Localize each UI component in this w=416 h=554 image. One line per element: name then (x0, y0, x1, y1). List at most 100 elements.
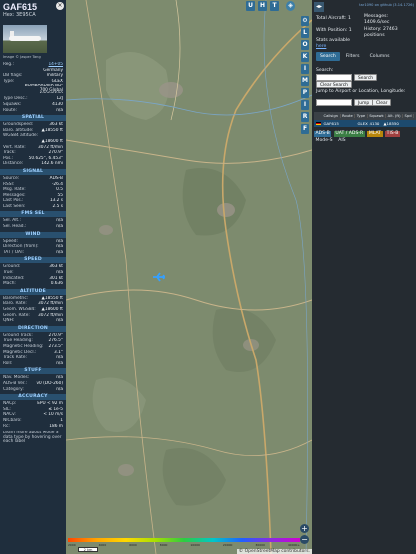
jump-button[interactable]: Jump (354, 99, 374, 106)
col-type[interactable]: Type (355, 114, 368, 118)
map-btn-l[interactable]: L (301, 28, 309, 38)
map-btn-r[interactable]: R (301, 112, 309, 122)
legend-modes[interactable]: Mode-S (314, 137, 334, 143)
fms-list: Sel. Alt.: n/a Sel. Head.: n/a (0, 218, 66, 229)
alt-tick: 30000 (255, 543, 265, 547)
info-row-label: Last Seen: (3, 203, 26, 209)
type-label: Type: (3, 78, 15, 84)
aircraft-table: Callsign Route Type Squawk Alt. (ft) Spd… (314, 112, 416, 127)
photo-credit[interactable]: Image © Jasper Tang (0, 54, 66, 62)
close-icon[interactable]: × (56, 2, 64, 10)
info-row: Category: n/a (0, 387, 66, 393)
stats-link[interactable]: here (316, 44, 326, 49)
info-row-value: 142.6 nmi (41, 161, 63, 167)
info-row-label: Rc: (3, 423, 10, 429)
search-label: Search: (316, 68, 334, 73)
col-altitude[interactable]: Alt. (ft) (386, 114, 404, 118)
row-type: GLEX (357, 121, 368, 126)
col-callsign[interactable]: Callsign (322, 114, 341, 118)
pos-label: With Position: (316, 28, 348, 33)
speed-list: Ground: 363 kt True: n/a Indicated: 301 kt Mac… (0, 264, 66, 286)
alt-tick: 10000 (190, 543, 200, 547)
side-panel: ◂▸ tar1090 on github (3.14.1726) Total A… (312, 0, 416, 554)
info-row-value: n/a (56, 318, 63, 324)
section-speed: SPEED (0, 257, 66, 264)
legend-mlat[interactable]: MLAT (367, 130, 383, 137)
collapse-panel-icon[interactable]: ◂▸ (314, 2, 324, 12)
aircraft-photo[interactable] (3, 25, 47, 53)
tab-search[interactable]: Search (316, 52, 340, 61)
source-legend: ADS-B UAT / ADS-R MLAT TIS-B Mode-S AIS (314, 130, 416, 143)
hex-line: Hex: 3E95CA (3, 12, 63, 18)
aircraft-marker-icon[interactable] (152, 270, 166, 284)
search-input[interactable] (316, 74, 352, 81)
spatial-list: Groundspeed: 363 kt Baro. altitude: ▲18550 … (0, 122, 66, 167)
col-squawk[interactable]: Squawk (368, 114, 387, 118)
map-btn-k[interactable]: K (301, 52, 309, 62)
info-row-label: TAT / OAT: (3, 249, 25, 255)
legend-ais[interactable]: AIS (337, 137, 347, 143)
footer-note: Learn more about Mode S data type by hov… (3, 431, 62, 444)
zoom-out-button[interactable]: − (300, 535, 309, 544)
col-route[interactable]: Route (341, 114, 356, 118)
info-header: GAF615 Hex: 3E95CA × (0, 0, 66, 24)
map-btn-u[interactable]: U (246, 1, 255, 11)
map-btn-o[interactable]: O (301, 40, 309, 50)
info-row-value: n/a (56, 249, 63, 255)
section-signal: SIGNAL (0, 168, 66, 175)
tab-columns[interactable]: Columns (366, 52, 394, 61)
reg-label: Reg.: (3, 62, 14, 67)
zoom-in-button[interactable]: + (300, 524, 309, 533)
info-row-label: Category: (3, 386, 24, 392)
version-link[interactable]: tar1090 on github (3.14.1726) (359, 3, 414, 7)
info-row-label: QNH: (3, 318, 15, 324)
search-button[interactable]: Search (354, 74, 378, 81)
map-btn-t[interactable]: T (270, 1, 279, 11)
map-attribution[interactable]: © OpenStreetMap contributors. (236, 549, 312, 554)
map-view[interactable]: U H T ◈ ⚙ L O K I M P I R F + − 2000 400… (66, 0, 312, 554)
settings-gear-icon[interactable]: ⚙ (301, 16, 309, 26)
alt-tick: 20000 (222, 543, 233, 547)
clear-search-button[interactable]: Clear Search (316, 81, 352, 88)
legend-uat[interactable]: UAT / ADS-R (333, 130, 365, 137)
info-row: Last Seen: 2.5 s (0, 204, 66, 210)
section-stuff: STUFF (0, 368, 66, 375)
total-value: 1 (347, 16, 351, 21)
info-row-value: ▲18550 ft (41, 127, 63, 133)
map-btn-m[interactable]: M (301, 76, 309, 86)
altitude-list: Barometric: ▲18550 ft Baro. Rate: 3072 ft/m… (0, 296, 66, 324)
layers-icon[interactable]: ◈ (286, 1, 295, 11)
messages-value: 1409.6/sec (364, 20, 390, 25)
col-speed[interactable]: Spd (403, 114, 415, 118)
info-row-value: n/a (56, 224, 63, 230)
history-label: History: (364, 27, 382, 32)
flag-icon (314, 121, 322, 126)
alt-tick: 4000 (98, 543, 107, 547)
direction-list: Ground Track: 270.9° True Heading: 276.5° Ma… (0, 333, 66, 367)
signal-list: Source: ADS-B RSSI: -26.4 Msg. Rate: 0.5 Messa… (0, 176, 66, 210)
jump-input[interactable] (316, 99, 352, 106)
clear-jump-button[interactable]: Clear (372, 99, 392, 106)
route-row: Route: n/a (0, 108, 66, 114)
aircraft-info-panel: GAF615 Hex: 3E95CA × Image © Jasper Tang… (0, 0, 66, 554)
map-btn-i[interactable]: I (301, 64, 309, 74)
info-row-label: Sel. Head.: (3, 224, 27, 230)
map-btn-h[interactable]: H (258, 1, 267, 11)
legend-tisb[interactable]: TIS-B (385, 130, 400, 137)
map-btn-p[interactable]: P (301, 88, 309, 98)
section-direction: DIRECTION (0, 325, 66, 332)
row-squawk: 4130 (369, 121, 380, 126)
jump-label: Jump to Airport or Location, Longitude: (316, 89, 406, 94)
map-btn-f[interactable]: F (301, 124, 309, 134)
map-btn-i2[interactable]: I (301, 100, 309, 110)
table-row[interactable]: GAF615 GLEX 4130 ▲18550 (314, 120, 416, 127)
stats-available: Stats available here (316, 38, 350, 50)
footer-note-row: Learn more about Mode S data type by hov… (0, 431, 66, 443)
tab-filters[interactable]: Filters (342, 52, 364, 61)
info-row: Distance: 142.6 nmi (0, 161, 66, 167)
section-wind: WIND (0, 231, 66, 238)
legend-adsb[interactable]: ADS-B (314, 130, 332, 137)
info-row: TAT / OAT: n/a (0, 250, 66, 256)
stats-label: Stats available (316, 38, 350, 43)
row-callsign: GAF615 (323, 121, 339, 126)
